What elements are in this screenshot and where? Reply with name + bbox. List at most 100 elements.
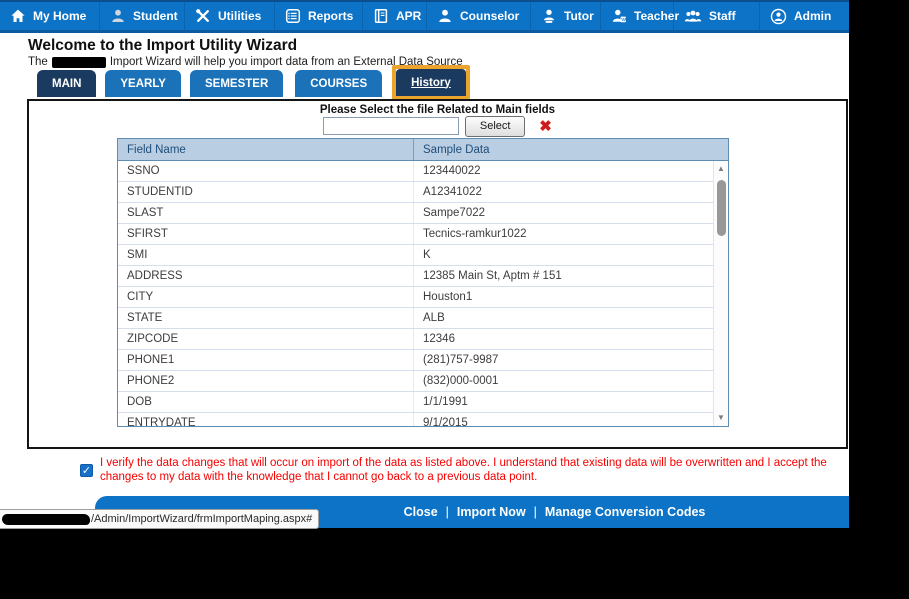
nav-item-counselor[interactable]: Counselor [427,2,531,30]
table-row: ENTRYDATE 9/1/2015 [118,413,728,427]
scroll-down-icon[interactable]: ▼ [714,411,728,425]
field-name-cell: DOB [118,392,414,412]
utilities-icon [196,9,209,22]
nav-label: My Home [33,9,87,23]
table-row: PHONE2 (832)000-0001 [118,371,728,392]
nav-item-apr[interactable]: APR [363,2,427,30]
tab-semester[interactable]: SEMESTER [189,70,284,97]
file-path-input[interactable] [323,117,460,135]
link-separator: | [533,505,537,519]
nav-item-tutor[interactable]: Tutor [531,2,601,30]
nav-item-staff[interactable]: Staff [674,2,760,30]
nav-label: Student [133,9,178,23]
table-row: SSNO 123440022 [118,161,728,182]
table-row: SMI K [118,245,728,266]
tab-courses[interactable]: COURSES [295,70,383,97]
nav-label: Reports [308,9,354,23]
link-separator: | [445,505,449,519]
scroll-up-icon[interactable]: ▲ [714,162,728,176]
field-name-cell: ENTRYDATE [118,413,414,426]
sample-data-cell: 1/1/1991 [423,396,468,408]
nav-item-my-home[interactable]: My Home [0,2,100,30]
subtitle-prefix: The [28,56,48,68]
file-select-row: Select ✖ [29,114,846,138]
nav-item-admin[interactable]: Admin [760,2,845,30]
history-tab-highlight-box: History [392,65,470,100]
sample-data-cell: A12341022 [423,186,482,198]
sample-data-cell: Sampe7022 [423,207,486,219]
nav-item-student[interactable]: Student [100,2,185,30]
teacher-icon: VA [612,9,627,23]
table-row: SLAST Sampe7022 [118,203,728,224]
nav-item-teacher[interactable]: VA Teacher [601,2,679,30]
table-row: STATE ALB [118,308,728,329]
table-row: CITY Houston1 [118,287,728,308]
field-name-cell: CITY [118,287,414,307]
sample-data-cell: ALB [423,312,445,324]
scrollbar-thumb[interactable] [717,180,726,236]
column-header-sample-data: Sample Data [423,143,490,156]
nav-label: Utilities [218,9,262,23]
field-name-cell: SFIRST [118,224,414,244]
field-name-cell: SSNO [118,161,414,181]
table-row: DOB 1/1/1991 [118,392,728,413]
column-header-field-name: Field Name [118,139,414,160]
screenshot-canvas: My Home Student Utilities Reports APR Co… [0,0,909,599]
sample-data-cell: Tecnics-ramkur1022 [423,228,527,240]
field-name-cell: SLAST [118,203,414,223]
nav-item-utilities[interactable]: Utilities [185,2,275,30]
tab-yearly[interactable]: YEARLY [105,70,181,97]
reports-icon [285,8,301,24]
svg-text:VA: VA [621,17,627,22]
sample-data-cell: (281)757-9987 [423,354,499,366]
table-row: SFIRST Tecnics-ramkur1022 [118,224,728,245]
close-link[interactable]: Close [404,505,438,519]
student-icon [112,9,124,22]
field-name-cell: PHONE2 [118,371,414,391]
nav-label: Tutor [564,9,594,23]
staff-icon [684,10,702,22]
field-name-cell: STATE [118,308,414,328]
verify-checkbox[interactable]: ✓ [80,464,93,477]
verify-text: I verify the data changes that will occu… [100,457,827,483]
sample-data-cell: 9/1/2015 [423,417,468,427]
wizard-panel: Please Select the file Related to Main f… [27,99,848,449]
redaction-box [51,56,106,68]
nav-item-reports[interactable]: Reports [275,2,363,30]
nav-label: Counselor [460,9,520,23]
sample-data-cell: 123440022 [423,165,481,177]
top-nav-bar: My Home Student Utilities Reports APR Co… [0,0,849,33]
import-now-link[interactable]: Import Now [457,505,526,519]
home-icon [11,9,25,22]
field-name-cell: SMI [118,245,414,265]
sample-data-cell: 12385 Main St, Aptm # 151 [423,270,562,282]
sample-data-cell: K [423,249,431,261]
tab-history[interactable]: History [396,69,466,96]
counselor-icon [439,9,451,22]
tutor-icon [544,9,554,23]
field-name-cell: ZIPCODE [118,329,414,349]
status-url-path: /Admin/ImportWizard/frmImportMaping.aspx… [91,513,313,525]
table-row: ADDRESS 12385 Main St, Aptm # 151 [118,266,728,287]
field-name-cell: STUDENTID [118,182,414,202]
nav-label: Admin [794,9,832,23]
nav-label: Staff [709,9,736,23]
field-mapping-table: Field Name Sample Data SSNO 123440022 STU… [117,138,729,427]
select-file-button[interactable]: Select [465,115,526,137]
table-scrollbar[interactable]: ▲ ▼ [713,161,728,426]
field-name-cell: ADDRESS [118,266,414,286]
clear-file-icon[interactable]: ✖ [539,119,552,134]
url-redaction-scribble [2,513,90,525]
sample-data-cell: Houston1 [423,291,473,303]
verify-section: ✓ I verify the data changes that will oc… [80,456,845,484]
manage-conversion-codes-link[interactable]: Manage Conversion Codes [545,505,705,519]
wizard-tab-bar: MAIN YEARLY SEMESTER COURSES History [37,65,470,100]
sample-data-cell: 12346 [423,333,455,345]
apr-icon [374,9,388,23]
admin-icon [770,8,787,24]
sample-data-cell: (832)000-0001 [423,375,499,387]
table-row: ZIPCODE 12346 [118,329,728,350]
tab-main[interactable]: MAIN [37,70,97,97]
status-url-tooltip: /Admin/ImportWizard/frmImportMaping.aspx… [0,509,320,529]
field-name-cell: PHONE1 [118,350,414,370]
